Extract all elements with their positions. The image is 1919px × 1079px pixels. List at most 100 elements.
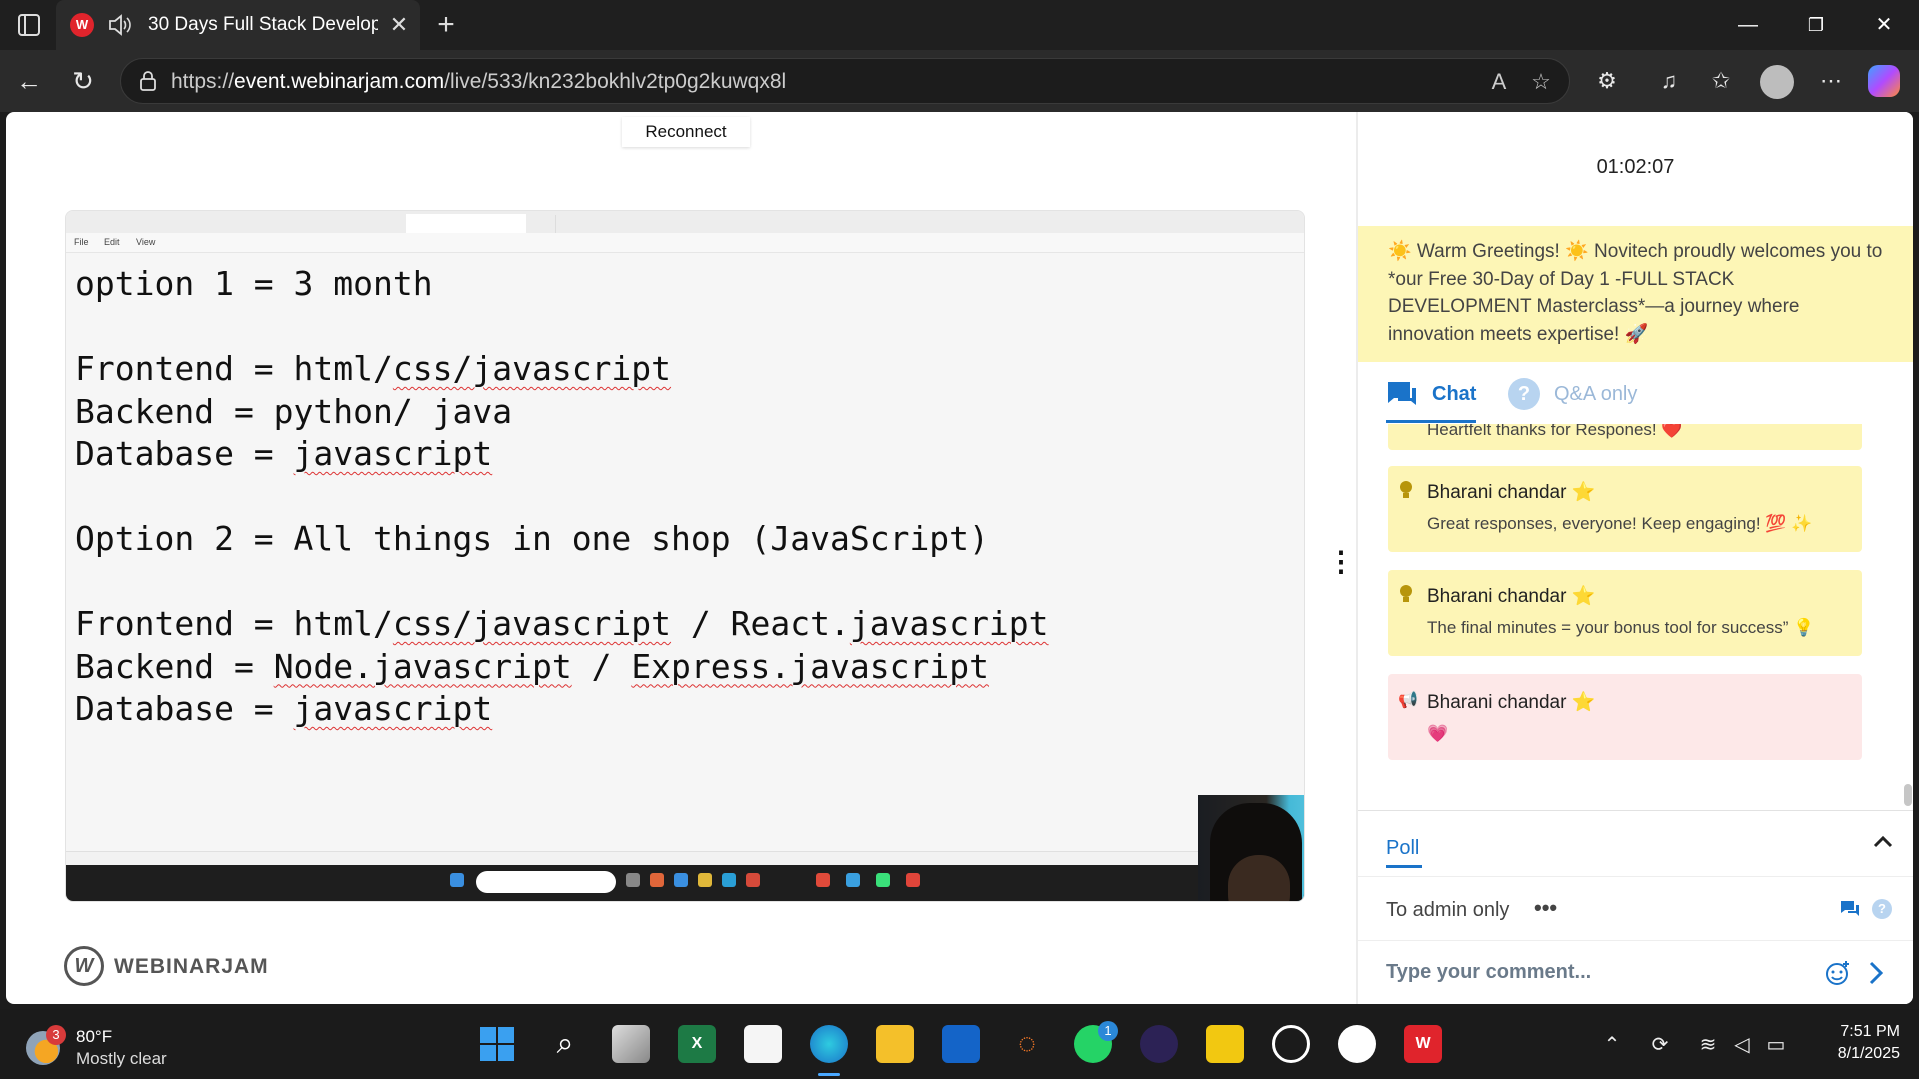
lightbulb-icon xyxy=(1400,481,1412,498)
weather-badge: 3 xyxy=(46,1025,66,1045)
lightbulb-icon xyxy=(1400,585,1412,602)
shared-screen-search xyxy=(476,871,616,893)
help-icon[interactable]: ? xyxy=(1872,899,1892,919)
slide-line: Database = javascript xyxy=(75,689,493,728)
chatgpt-icon[interactable] xyxy=(1272,1025,1310,1063)
close-tab-icon[interactable]: ✕ xyxy=(386,12,412,38)
system-clock[interactable]: 7:51 PM 8/1/2025 xyxy=(1790,1021,1900,1065)
browser-tab-bar: W 30 Days Full Stack Development ✕ + — ❐… xyxy=(0,0,1919,50)
announcement-banner: ☀️ Warm Greetings! ☀️ Novitech proudly w… xyxy=(1358,226,1913,362)
webinarjam-favicon-icon: W xyxy=(70,13,94,37)
extensions-icon[interactable]: ⚙ xyxy=(1590,64,1624,98)
poll-tab-indicator xyxy=(1386,865,1422,868)
shared-screen-menu: File Edit View xyxy=(66,233,1304,253)
eclipse-icon[interactable] xyxy=(1140,1025,1178,1063)
presenter-webcam xyxy=(1198,795,1304,901)
favorite-star-icon[interactable]: ☆ xyxy=(1527,68,1555,96)
megaphone-icon: 📢 xyxy=(1398,692,1418,709)
profile-avatar[interactable] xyxy=(1760,65,1794,99)
panel-options-icon[interactable]: ⋮ xyxy=(1327,542,1355,582)
lock-icon[interactable] xyxy=(137,70,159,92)
close-window-button[interactable]: ✕ xyxy=(1866,10,1902,40)
sync-icon[interactable]: ⟳ xyxy=(1646,1031,1674,1059)
minimize-button[interactable]: — xyxy=(1730,10,1766,40)
emoji-icon[interactable] xyxy=(1824,959,1852,987)
active-tab-indicator xyxy=(1386,420,1476,423)
browser-tab[interactable]: W 30 Days Full Stack Development ✕ xyxy=(56,0,420,50)
url-text[interactable]: https://event.webinarjam.com/live/533/kn… xyxy=(171,70,786,94)
wps-icon[interactable]: W xyxy=(1404,1025,1442,1063)
speaker-icon[interactable] xyxy=(106,12,132,38)
more-options-icon[interactable]: ⋯ xyxy=(1814,64,1848,98)
send-chevron-icon[interactable] xyxy=(1866,959,1886,987)
new-tab-button[interactable]: + xyxy=(430,10,462,42)
chat-scrollbar[interactable] xyxy=(1904,784,1912,806)
message-text: The final minutes = your bonus tool for … xyxy=(1427,618,1815,637)
message-author: Bharani chandar ⭐ xyxy=(1427,586,1596,607)
media-control-icon[interactable]: ♫ xyxy=(1652,64,1686,98)
chat-sidebar: 01:02:07 ☀️ Warm Greetings! ☀️ Novitech … xyxy=(1358,112,1913,1004)
read-aloud-icon[interactable]: A xyxy=(1485,68,1513,96)
slide-text: option 1 = 3 month Frontend = html/css/j… xyxy=(75,263,1049,731)
excel-icon[interactable]: X xyxy=(678,1025,716,1063)
chat-message: Heartfelt thanks for Respones! ❤️ xyxy=(1388,424,1862,450)
slide-line: Database = javascript xyxy=(75,434,493,473)
refresh-button[interactable]: ↻ xyxy=(66,64,100,98)
jupyter-icon[interactable]: ◌ xyxy=(1008,1025,1046,1063)
task-view-icon[interactable] xyxy=(612,1025,650,1063)
recipient-selector[interactable]: To admin only ••• ? xyxy=(1358,876,1913,940)
webinar-page: Reconnect File Edit View option 1 = 3 mont… xyxy=(6,112,1913,1004)
tab-chat-label: Chat xyxy=(1432,383,1477,405)
tab-chat[interactable]: Chat xyxy=(1386,378,1506,410)
restore-button[interactable]: ❐ xyxy=(1798,10,1834,40)
shared-screen-status-bar xyxy=(66,851,1304,865)
back-button[interactable]: ← xyxy=(12,64,46,98)
edge-active-indicator xyxy=(818,1073,840,1076)
clock-date: 8/1/2025 xyxy=(1837,1045,1900,1062)
volume-icon[interactable]: ◁ xyxy=(1728,1031,1756,1059)
show-hidden-icons[interactable]: ⌃ xyxy=(1598,1031,1626,1059)
message-text: Great responses, everyone! Keep engaging… xyxy=(1427,514,1813,533)
tab-actions-icon[interactable] xyxy=(18,14,40,36)
reconnect-button[interactable]: Reconnect xyxy=(622,117,750,147)
chat-small-icon[interactable] xyxy=(1840,899,1860,919)
chat-messages[interactable]: Heartfelt thanks for Respones! ❤️ Bharan… xyxy=(1358,424,1913,776)
poll-tab[interactable]: Poll xyxy=(1386,837,1419,860)
chevron-up-icon[interactable] xyxy=(1868,827,1898,857)
browser-toolbar: ← ↻ https://event.webinarjam.com/live/53… xyxy=(0,50,1919,112)
session-timer: 01:02:07 xyxy=(1596,156,1675,178)
battery-icon[interactable]: ▭ xyxy=(1762,1031,1790,1059)
recipient-options-icon[interactable]: ••• xyxy=(1534,895,1557,921)
slide-line: Backend = Node.javascript / Express.java… xyxy=(75,646,989,686)
edge-icon[interactable] xyxy=(810,1025,848,1063)
slide-line xyxy=(75,561,1049,604)
windows-taskbar: 3 80°F Mostly clear ⌕ X ◌ 1 W ⌃ ⟳ ≋ ◁ ▭ … xyxy=(0,1009,1919,1079)
weather-widget[interactable]: 3 80°F Mostly clear xyxy=(20,1023,220,1069)
tab-qa[interactable]: ? Q&A only xyxy=(1508,378,1678,410)
recipient-label[interactable]: To admin only xyxy=(1386,899,1509,922)
power-bi-icon[interactable] xyxy=(1206,1025,1244,1063)
search-icon[interactable]: ⌕ xyxy=(546,1025,584,1063)
tab-qa-label: Q&A only xyxy=(1554,383,1638,405)
chat-message: Bharani chandar ⭐ Great responses, every… xyxy=(1388,466,1862,552)
tab-title: 30 Days Full Stack Development xyxy=(148,14,378,35)
microsoft-store-icon[interactable] xyxy=(744,1025,782,1063)
file-explorer-icon[interactable] xyxy=(876,1025,914,1063)
start-button[interactable] xyxy=(478,1025,516,1063)
brand-name: WEBINARJAM xyxy=(114,955,269,978)
slide-line: Option 2 = All things in one shop (JavaS… xyxy=(75,519,989,558)
comment-box xyxy=(1358,940,1913,1004)
address-bar[interactable]: https://event.webinarjam.com/live/533/kn… xyxy=(120,58,1570,104)
favorites-icon[interactable]: ✩ xyxy=(1704,64,1738,98)
outlook-icon[interactable] xyxy=(942,1025,980,1063)
wifi-icon[interactable]: ≋ xyxy=(1694,1031,1722,1059)
weather-desc: Mostly clear xyxy=(76,1049,167,1068)
app-store-icon[interactable] xyxy=(1338,1025,1376,1063)
slide-line xyxy=(75,306,1049,349)
chat-bubble-icon xyxy=(1388,382,1416,405)
message-text: 💗 xyxy=(1427,724,1449,743)
comment-input[interactable] xyxy=(1386,955,1826,989)
copilot-icon[interactable] xyxy=(1868,65,1900,97)
chat-message: 📢 Bharani chandar ⭐ 💗 xyxy=(1388,674,1862,760)
message-author: Bharani chandar ⭐ xyxy=(1427,692,1596,713)
